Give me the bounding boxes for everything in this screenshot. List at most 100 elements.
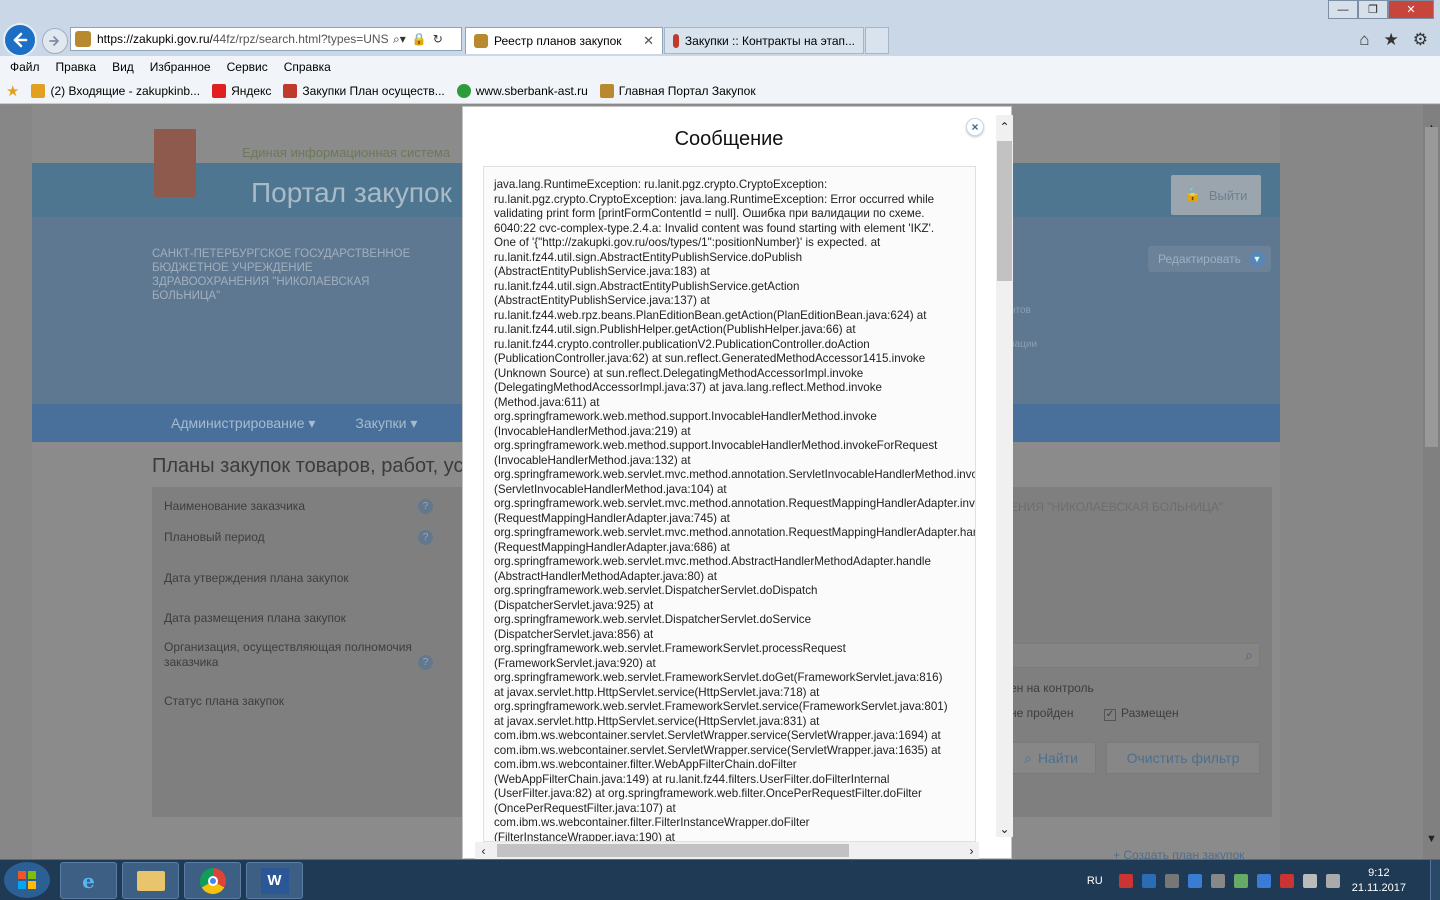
start-button[interactable] [4, 862, 50, 898]
dialog-close-button[interactable]: × [966, 118, 984, 136]
create-plan-link[interactable]: + Создать план закупок [1113, 848, 1244, 859]
taskbar-word[interactable]: W [246, 862, 303, 899]
menu-help[interactable]: Справка [284, 60, 331, 74]
menu-view[interactable]: Вид [112, 60, 134, 74]
status-option-failed[interactable]: не пройден [1010, 706, 1074, 720]
search-icon[interactable]: ⌕ [1245, 647, 1253, 664]
tab-plans-registry[interactable]: Реестр планов закупок ✕ [465, 27, 663, 54]
status-option-placed[interactable]: ✓ Размещен [1104, 706, 1179, 721]
help-icon[interactable]: ? [418, 655, 433, 670]
tray-icon-9[interactable] [1302, 873, 1317, 888]
tab-label: Реестр планов закупок [494, 34, 622, 48]
stack-trace-line: ru.lanit.fz44.crypto.controller.publicat… [494, 337, 870, 351]
window-close-button[interactable]: ✕ [1388, 0, 1434, 19]
stack-trace-line: (OncePerRequestFilter.java:107) at [494, 801, 676, 815]
volume-muted-icon[interactable] [1325, 873, 1340, 888]
scroll-up-icon[interactable]: ⌃ [996, 118, 1013, 135]
favorite-label: (2) Входящие - zakupkinb... [50, 83, 201, 98]
stack-trace-line: org.springframework.web.servlet.Framewor… [494, 671, 943, 684]
scroll-thumb[interactable] [997, 141, 1012, 281]
stack-trace-line: java.lang.RuntimeException: ru.lanit.pgz… [494, 178, 828, 191]
tray-icon-6[interactable] [1233, 873, 1248, 888]
new-tab-button[interactable] [865, 27, 889, 54]
favorite-link-yandex[interactable]: Яндекс [212, 83, 271, 98]
dialog-vertical-scrollbar[interactable]: ⌃ ⌄ [996, 115, 1013, 837]
find-button[interactable]: ⌕ Найти [1006, 742, 1096, 774]
tray-icon-4[interactable] [1187, 873, 1202, 888]
menu-edit[interactable]: Правка [56, 60, 97, 74]
nav-item-administration[interactable]: Администрирование ▾ [171, 415, 315, 432]
favorites-star-icon[interactable]: ★ [6, 82, 19, 100]
language-indicator[interactable]: RU [1087, 875, 1103, 887]
taskbar-internet-explorer[interactable]: e [60, 862, 117, 899]
menu-tools[interactable]: Сервис [227, 60, 268, 74]
tab-contracts[interactable]: Закупки :: Контракты на этап... [664, 27, 864, 54]
menu-file[interactable]: Файл [10, 60, 40, 74]
favorite-link-sberbank[interactable]: www.sberbank-ast.ru [456, 83, 588, 98]
back-button[interactable] [3, 23, 37, 57]
checkbox-checked-icon[interactable]: ✓ [1104, 709, 1116, 721]
address-bar[interactable]: https://zakupki.gov.ru/44fz/rpz/search.h… [70, 27, 462, 51]
help-icon[interactable]: ? [418, 499, 433, 514]
page-scrollbar[interactable]: ▲ ▼ [1423, 105, 1440, 859]
stack-trace-line: ru.lanit.pgz.crypto.CryptoException: jav… [494, 192, 935, 206]
windows-logo-icon [18, 871, 36, 889]
clock[interactable]: 9:12 21.11.2017 [1352, 866, 1406, 896]
favorites-star-icon[interactable]: ★ [1384, 30, 1399, 50]
nav-item-purchases[interactable]: Закупки ▾ [355, 415, 417, 432]
scroll-down-icon[interactable]: ▼ [1423, 830, 1440, 847]
show-desktop-button[interactable] [1430, 860, 1440, 900]
scroll-down-icon[interactable]: ⌄ [996, 820, 1013, 837]
url-prefix: https://zakupki.gov.ru/ [97, 32, 213, 46]
stack-trace-line: com.ibm.ws.webcontainer.filter.FilterIns… [494, 816, 810, 829]
tray-icon-7[interactable] [1256, 873, 1271, 888]
word-icon: W [260, 867, 289, 894]
forward-button[interactable] [42, 28, 68, 54]
tray-icon-8[interactable] [1279, 873, 1294, 888]
url-text[interactable]: https://zakupki.gov.ru/44fz/rpz/search.h… [97, 32, 389, 46]
home-icon[interactable]: ⌂ [1359, 30, 1369, 50]
org-search-input[interactable]: ⌕ [1010, 643, 1260, 668]
clear-filter-button[interactable]: Очистить фильтр [1106, 742, 1260, 774]
tray-icon-5[interactable] [1210, 873, 1225, 888]
scroll-thumb[interactable] [1425, 127, 1438, 447]
stack-trace-line: org.springframework.web.method.support.I… [494, 410, 877, 423]
favorite-link-zakupki-plan[interactable]: Закупки План осуществ... [283, 83, 445, 98]
scroll-right-icon[interactable]: › [963, 842, 980, 859]
menu-favorites[interactable]: Избранное [150, 60, 211, 74]
taskbar-chrome[interactable] [184, 862, 241, 899]
tray-icon-3[interactable] [1164, 873, 1179, 888]
status-option-control[interactable]: ен на контроль [1010, 681, 1094, 695]
favorite-link-mail[interactable]: (2) Входящие - zakupkinb... [31, 83, 201, 98]
maximize-button[interactable]: ❐ [1358, 0, 1388, 19]
create-plan-label: Создать план закупок [1123, 848, 1245, 859]
stack-trace-line: (ServletInvocableHandlerMethod.java:104)… [494, 482, 727, 496]
favorite-label: Закупки План осуществ... [302, 83, 445, 98]
stack-trace-line: (DispatcherServlet.java:925) at [494, 598, 654, 612]
stack-trace-line: One of '{"http://zakupki.gov.ru/oos/type… [494, 236, 881, 249]
search-icon[interactable]: ⌕▾ [393, 32, 406, 47]
portal-title: Портал закупок [251, 177, 452, 208]
edit-button[interactable]: Редактировать ▼ [1148, 246, 1271, 272]
stack-trace-line: ru.lanit.fz44.web.rpz.beans.PlanEditionB… [494, 308, 927, 322]
logout-button[interactable]: 🔒 Выйти [1171, 175, 1261, 215]
refresh-icon[interactable]: ↻ [433, 32, 443, 47]
lock-icon[interactable]: 🔒 [412, 32, 427, 47]
scroll-thumb[interactable] [497, 844, 849, 857]
url-rest: 44fz/rpz/search.html?types=UNS [212, 32, 389, 46]
mail-icon [31, 83, 46, 98]
message-text-area[interactable]: java.lang.RuntimeException: ru.lanit.pgz… [483, 166, 976, 842]
dialog-horizontal-scrollbar[interactable]: ‹ › [475, 842, 979, 859]
tray-icon-1[interactable] [1118, 873, 1133, 888]
favorite-link-portal[interactable]: Главная Портал Закупок [599, 83, 756, 98]
scroll-left-icon[interactable]: ‹ [475, 842, 492, 859]
tray-icon-2[interactable] [1141, 873, 1156, 888]
taskbar-explorer[interactable] [122, 862, 179, 899]
stack-trace-line: (FilterInstanceWrapper.java:190) at [494, 830, 675, 842]
tab-close-icon[interactable]: ✕ [643, 33, 654, 49]
favorite-label: Главная Портал Закупок [618, 83, 756, 98]
customer-value: ЕНИЯ "НИКОЛАЕВСКАЯ БОЛЬНИЦА" [1010, 500, 1224, 514]
gear-icon[interactable]: ⚙ [1413, 30, 1428, 50]
minimize-button[interactable]: — [1328, 0, 1358, 19]
help-icon[interactable]: ? [418, 530, 433, 545]
